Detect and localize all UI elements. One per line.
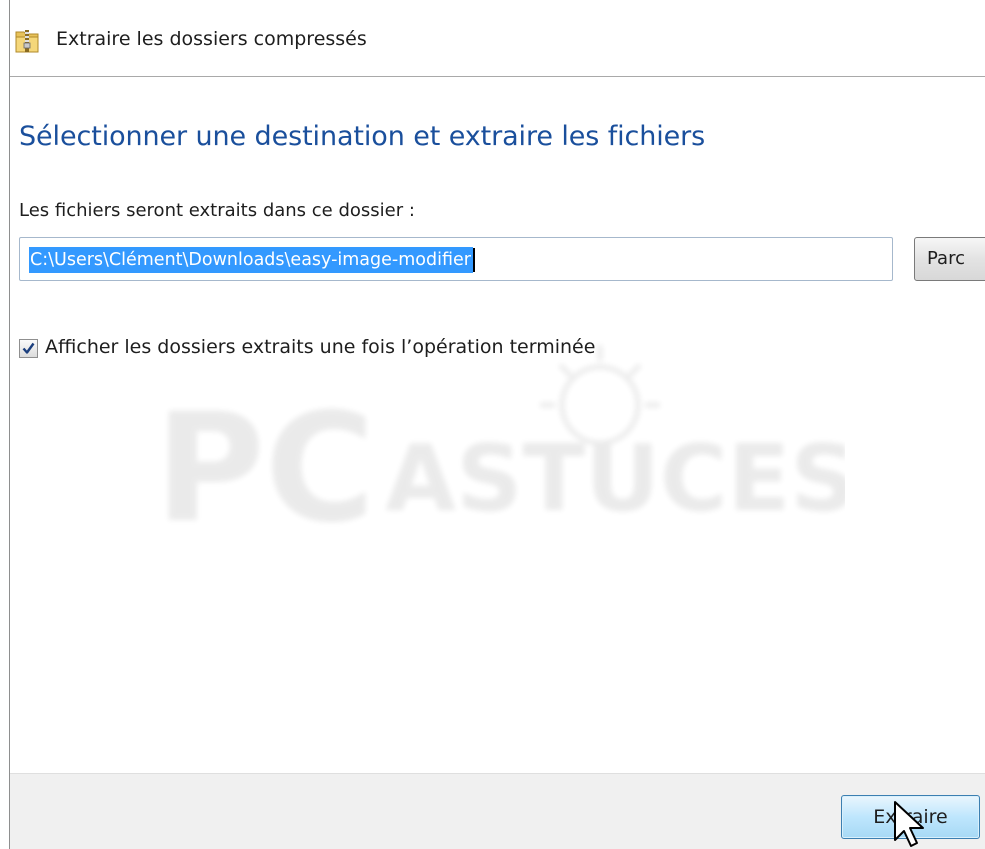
watermark-pc: PC: [155, 382, 375, 556]
pcastuces-watermark: PC ASTUCES: [155, 345, 845, 556]
destination-path-value: C:\Users\Clément\Downloads\easy-image-mo…: [29, 247, 475, 273]
window-title: Extraire les dossiers compressés: [56, 28, 367, 50]
extract-dialog: Extraire les dossiers compressés Sélecti…: [9, 0, 985, 849]
destination-path-text: C:\Users\Clément\Downloads\easy-image-mo…: [30, 250, 471, 270]
page-heading: Sélectionner une destination et extraire…: [19, 121, 706, 152]
show-folders-checkbox[interactable]: [19, 339, 38, 358]
text-caret: [472, 248, 475, 272]
mouse-cursor-icon: [894, 801, 924, 847]
checkmark-icon: [22, 342, 35, 354]
browse-button[interactable]: Parc: [914, 237, 985, 281]
zip-folder-icon: [15, 30, 39, 53]
title-bar: Extraire les dossiers compressés: [10, 0, 985, 77]
destination-label: Les fichiers seront extraits dans ce dos…: [19, 200, 415, 221]
destination-path-input[interactable]: C:\Users\Clément\Downloads\easy-image-mo…: [19, 237, 893, 281]
watermark-astuces: ASTUCES: [385, 425, 845, 532]
dialog-footer: Extraire: [10, 773, 985, 849]
